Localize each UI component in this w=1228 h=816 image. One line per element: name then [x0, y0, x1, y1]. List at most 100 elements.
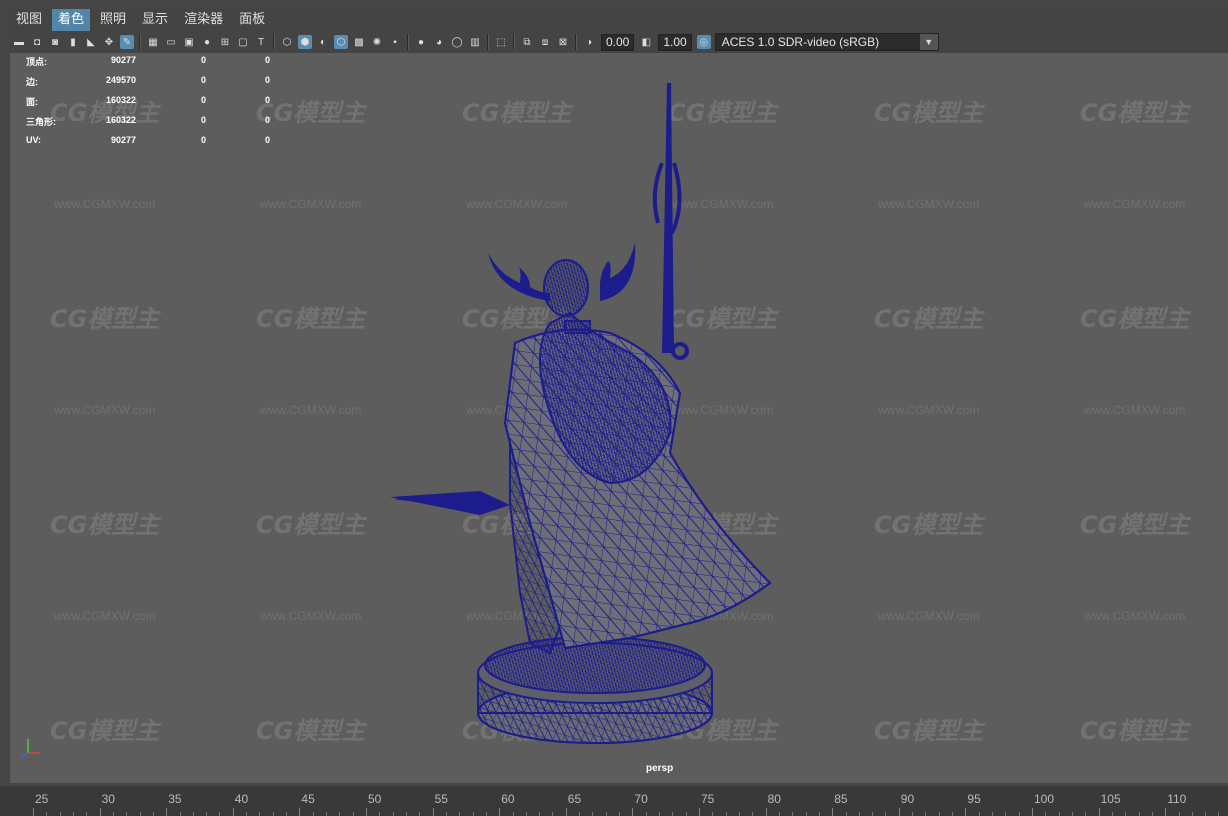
timeline-tick-label: 110 [1167, 792, 1187, 806]
xray-icon[interactable]: ▩ [352, 35, 366, 49]
head-mesh [543, 259, 589, 317]
timeline-major-tick [432, 808, 434, 816]
screen-space-ao-icon[interactable]: ● [414, 35, 428, 49]
camera-lock-icon[interactable]: ◘ [30, 35, 44, 49]
timeline-minor-tick [1218, 812, 1220, 816]
timeline-minor-tick [392, 812, 394, 816]
timeline-tick-label: 35 [168, 792, 182, 806]
timeline-minor-tick [1058, 812, 1060, 816]
timeline-minor-tick [445, 812, 447, 816]
timeline-minor-tick [539, 812, 541, 816]
view-transform-icon[interactable]: ◎ [696, 35, 711, 49]
statue-wireframe-model[interactable] [10, 53, 1228, 783]
timeline-minor-tick [672, 812, 674, 816]
grease-pencil-icon[interactable]: ✎ [120, 35, 134, 49]
camera-attributes-icon[interactable]: ◙ [48, 35, 62, 49]
timeline-minor-tick [485, 812, 487, 816]
timeline-minor-tick [1005, 812, 1007, 816]
multisample-aa-icon[interactable]: ◯ [450, 35, 464, 49]
exposure-field[interactable]: 0.00 [601, 33, 635, 51]
menu-view[interactable]: 视图 [10, 9, 48, 31]
timeline-tick-label: 65 [567, 792, 582, 806]
isolate-select-icon[interactable]: ⬚ [494, 35, 508, 49]
default-material-icon[interactable]: ◐ [316, 35, 330, 49]
timeline-tick-label: 95 [967, 792, 981, 806]
field-chart-icon[interactable]: ⊞ [218, 35, 232, 49]
menu-panels[interactable]: 面板 [233, 9, 271, 31]
toolbar-divider [513, 34, 515, 50]
xray-active-icon[interactable]: ⧈ [538, 35, 552, 49]
safe-action-icon[interactable]: ▢ [236, 35, 250, 49]
timeline-minor-tick [619, 812, 621, 816]
timeline-major-tick [499, 808, 501, 816]
shadows-icon[interactable]: ▪ [388, 35, 402, 49]
timeline-minor-tick [885, 812, 887, 816]
timeline-minor-tick [992, 812, 994, 816]
grid-icon[interactable]: ▦ [146, 35, 160, 49]
motion-blur-icon[interactable]: ◕ [432, 35, 446, 49]
timeline-tick-label: 55 [434, 792, 448, 806]
toolbar-divider [139, 34, 141, 50]
chevron-down-icon[interactable]: ▼ [919, 34, 938, 50]
timeline-minor-tick [552, 812, 554, 816]
gamma-field[interactable]: 1.00 [658, 33, 692, 51]
timeline-major-tick [232, 808, 234, 816]
timeline-major-tick [366, 808, 367, 816]
gamma-icon[interactable]: ◧ [639, 35, 653, 49]
maya-viewport-panel: 视图 着色 照明 显示 渲染器 面板 ▬ ◘ ◙ ▮ ◣ ✥ ✎ ▦ ▭ ▣ ●… [0, 0, 1228, 816]
xray-joints-icon[interactable]: ⧉ [520, 35, 534, 49]
image-plane-icon[interactable]: ◣ [84, 35, 98, 49]
color-space-value: ACES 1.0 SDR-video (sRGB) [721, 35, 880, 49]
film-gate-icon[interactable]: ▭ [164, 35, 178, 49]
3d-viewport[interactable]: CG模型主 www.CGMXW.com CG模型主 www.CGMXW.com CG模型… [10, 53, 1228, 783]
timeline-tick-label: 100 [1034, 792, 1055, 806]
menu-lighting[interactable]: 照明 [94, 9, 132, 31]
2d-pan-zoom-icon[interactable]: ✥ [102, 35, 116, 49]
safe-title-icon[interactable]: T [254, 35, 268, 49]
menu-show[interactable]: 显示 [136, 9, 174, 31]
depth-of-field-icon[interactable]: ▥ [468, 35, 482, 49]
timeline-minor-tick [246, 812, 248, 816]
wireframe-icon[interactable]: ⬡ [280, 35, 294, 49]
timeline-major-tick [1098, 808, 1100, 816]
timeline-minor-tick [805, 812, 807, 816]
pedestal-mesh [477, 636, 713, 744]
gate-mask-icon[interactable]: ● [200, 35, 214, 49]
timeline-minor-tick [46, 812, 48, 816]
timeline-minor-tick [286, 812, 288, 816]
timeline-minor-tick [259, 812, 261, 816]
timeline-minor-tick [352, 812, 354, 816]
timeline-minor-tick [139, 812, 141, 816]
timeline-major-tick [166, 808, 168, 816]
timeline-major-tick [898, 808, 900, 816]
timeline-tick-label: 50 [368, 792, 382, 806]
timeline-minor-tick [326, 812, 328, 816]
bookmark-icon[interactable]: ▮ [66, 35, 80, 49]
timeline-major-tick [1032, 808, 1033, 816]
backface-culling-icon[interactable]: ⊠ [556, 35, 570, 49]
timeline-major-tick [1165, 808, 1167, 816]
timeline-major-tick [699, 808, 700, 816]
timeline-minor-tick [339, 812, 341, 816]
wireframe-on-shaded-icon[interactable]: ⬡ [334, 35, 348, 49]
resolution-gate-icon[interactable]: ▣ [182, 35, 196, 49]
exposure-icon[interactable]: ◑ [582, 35, 596, 49]
menu-renderer[interactable]: 渲染器 [178, 9, 229, 31]
timeline-minor-tick [219, 812, 221, 816]
timeline-minor-tick [818, 812, 820, 816]
timeline-minor-tick [192, 812, 194, 816]
camera-name-label: persp [646, 763, 674, 774]
time-slider[interactable]: 25 30 35 40 45 50 55 60 65 70 75 80 85 90 95 100 105 110 [0, 786, 1228, 816]
timeline-minor-tick [419, 812, 421, 816]
menu-shading[interactable]: 着色 [52, 9, 91, 31]
timeline-tick-label: 40 [234, 792, 249, 806]
color-space-dropdown[interactable]: ACES 1.0 SDR-video (sRGB) ▼ [714, 33, 939, 51]
smooth-shade-icon[interactable]: ⬢ [298, 35, 312, 49]
toolbar-divider [487, 34, 489, 50]
camera-select-icon[interactable]: ▬ [12, 35, 26, 49]
timeline-minor-tick [1151, 812, 1153, 816]
timeline-minor-tick [978, 812, 980, 816]
use-lights-icon[interactable]: ✺ [370, 35, 384, 49]
view-axis-gizmo [21, 739, 40, 758]
timeline-tick-label: 80 [767, 792, 781, 806]
